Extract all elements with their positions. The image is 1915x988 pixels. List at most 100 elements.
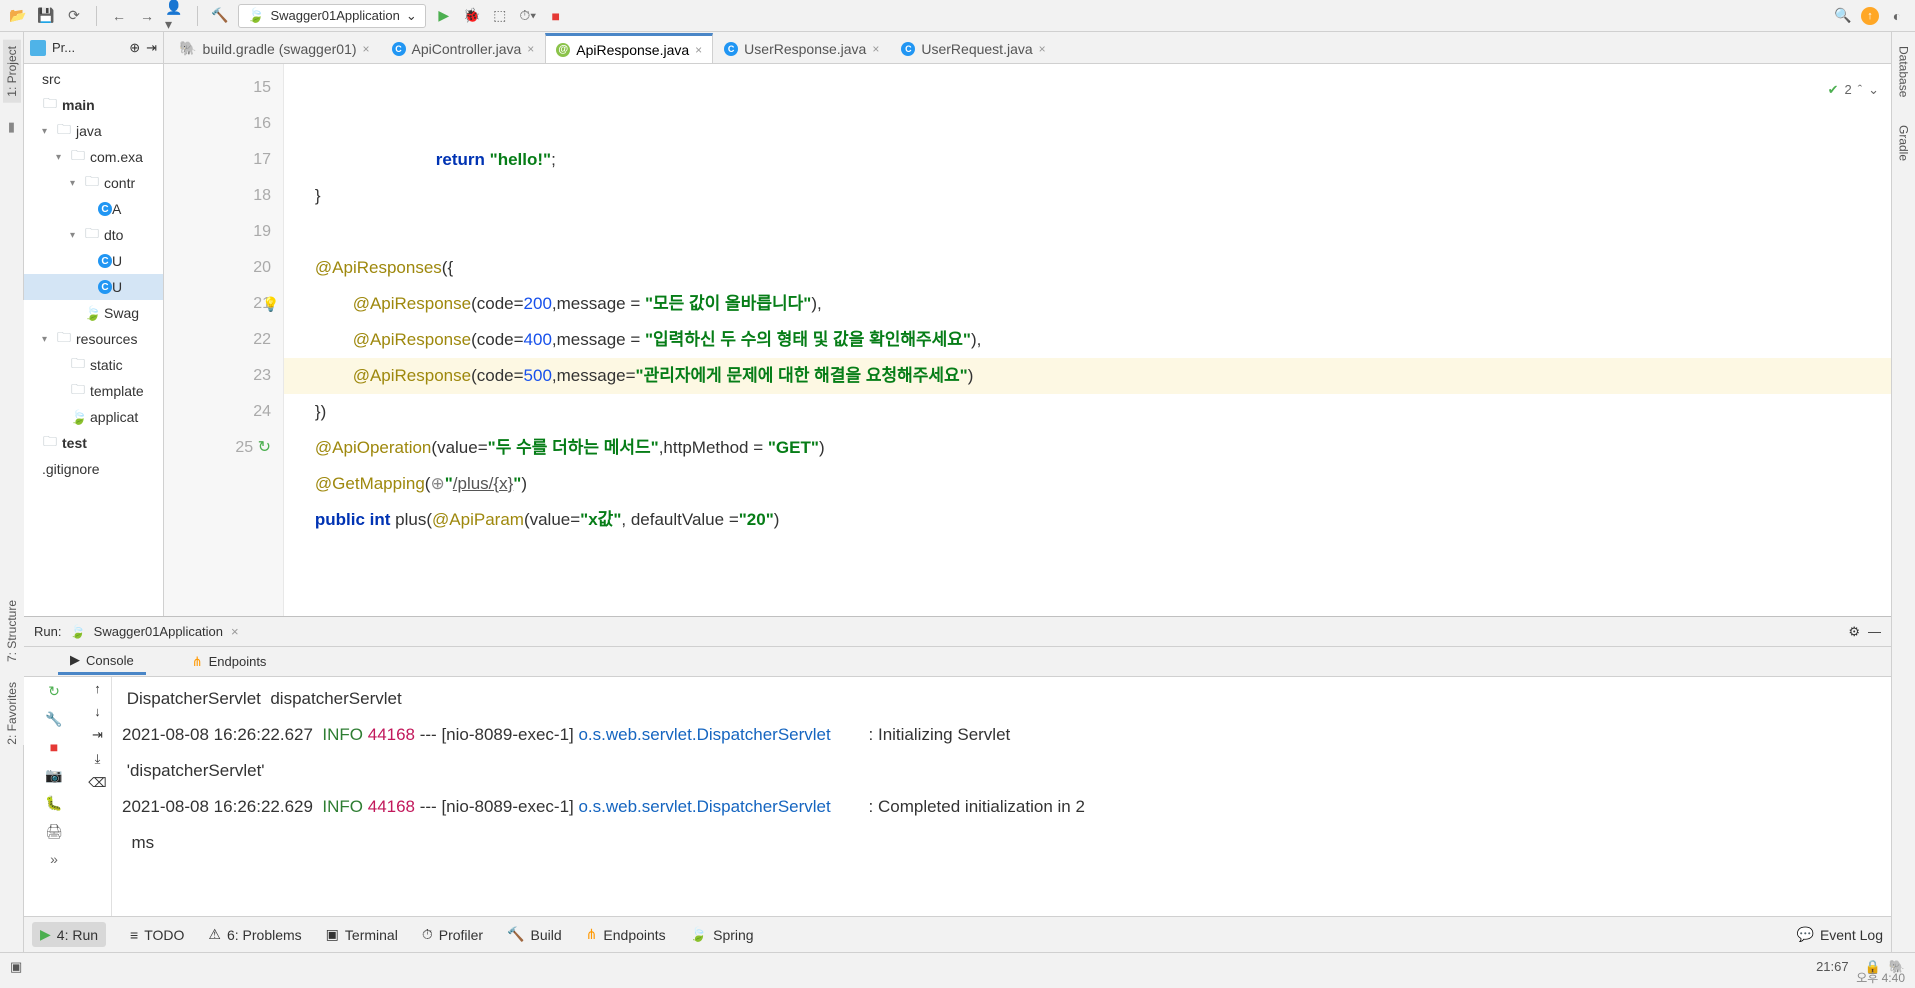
chevron-up-icon[interactable]: ˆ [1858,72,1862,108]
tab-run[interactable]: ▶4: Run [32,922,106,947]
code-line[interactable]: @ApiOperation(value="두 수를 더하는 메서드",httpM… [296,438,825,457]
tab-terminal[interactable]: ▣Terminal [326,926,398,943]
tab-profiler[interactable]: ⏱Profiler [422,926,483,943]
debug-icon[interactable]: 🐞 [462,6,482,26]
tree-node[interactable]: .gitignore [24,456,163,482]
wrench-icon[interactable]: 🔧 [44,709,64,729]
more-icon[interactable]: » [44,849,64,869]
stop-icon[interactable]: ■ [44,737,64,757]
bug-icon[interactable]: 🐛 [44,793,64,813]
expand-arrow-icon[interactable]: ▾ [70,230,84,241]
tab-console[interactable]: ▶ Console [58,648,146,675]
refresh-icon[interactable]: ⟳ [64,6,84,26]
tab-database[interactable]: Database [1895,40,1913,103]
tab-build[interactable]: 🔨Build [507,926,562,943]
close-icon[interactable]: × [872,42,879,56]
tab-structure[interactable]: 7: Structure [5,600,19,662]
tree-node[interactable]: 🗀template [24,378,163,404]
code-line[interactable]: @GetMapping(⊕"/plus/{x}") [296,474,527,493]
project-tree[interactable]: src🗀main▾🗀java▾🗀com.exa▾🗀contrC A▾🗀dtoC … [24,64,163,616]
close-icon[interactable]: × [527,42,534,56]
tree-node[interactable]: 🍃Swag [24,300,163,326]
tree-node[interactable]: ▾🗀com.exa [24,144,163,170]
scroll-icon[interactable]: ⤓ [95,751,101,767]
collapse-icon[interactable]: ⇥ [146,40,157,56]
windows-icon[interactable]: ▣ [10,959,22,975]
clear-icon[interactable]: ⌫ [88,775,106,791]
print-icon[interactable]: 🖨 [44,821,64,841]
tree-node[interactable]: 🗀static [24,352,163,378]
tree-node[interactable]: ▾🗀java [24,118,163,144]
tab-eventlog[interactable]: 💬Event Log [1797,926,1884,943]
close-icon[interactable]: × [1039,42,1046,56]
wrap-icon[interactable]: ⇥ [92,727,103,743]
tab-gradle[interactable]: Gradle [1895,119,1913,167]
tree-node[interactable]: ▾🗀contr [24,170,163,196]
open-icon[interactable]: 📂 [8,6,28,26]
tree-node[interactable]: src [24,66,163,92]
close-icon[interactable]: × [695,43,702,57]
run-config-dropdown[interactable]: 🍃 Swagger01Application ⌄ [238,4,426,28]
tree-node[interactable]: 🗀main [24,92,163,118]
code-line[interactable]: } [296,186,321,205]
console-output[interactable]: DispatcherServlet dispatcherServlet2021-… [112,677,1891,916]
update-icon[interactable]: ↑ [1861,7,1879,25]
bookmark-icon[interactable]: ▮ [8,119,15,135]
code-inspection-status[interactable]: ✔ 2 ˆ ⌄ [1828,72,1879,108]
tab-endpoints[interactable]: ⋔ Endpoints [180,650,279,674]
user-icon[interactable]: 👤▾ [165,6,185,26]
gutter-run-icon[interactable]: ↻ [258,439,271,456]
editor-tab[interactable]: CUserResponse.java× [713,33,890,63]
gear-icon[interactable]: ⚙ [1848,624,1860,640]
coverage-icon[interactable]: ⬚ [490,6,510,26]
code-line[interactable]: @ApiResponse(code=200,message = "모든 값이 올… [296,294,822,313]
tab-todo[interactable]: ≡TODO [130,927,184,943]
tree-node[interactable]: ▾🗀dto [24,222,163,248]
tab-problems[interactable]: ⚠6: Problems [208,926,301,943]
tree-node[interactable]: ▾🗀resources [24,326,163,352]
intention-bulb-icon[interactable]: 💡 [262,286,279,322]
up-icon[interactable]: ↑ [94,681,101,696]
tree-node[interactable]: C U [24,248,163,274]
tab-spring[interactable]: 🍃Spring [690,926,754,943]
editor-tab[interactable]: CApiController.java× [381,33,546,63]
expand-arrow-icon[interactable]: ▾ [70,178,84,189]
profile-icon[interactable]: ⏱▾ [518,6,538,26]
code-area[interactable]: ✔ 2 ˆ ⌄ return "hello!"; } @ApiResponses… [284,64,1891,616]
hammer-icon[interactable]: 🔨 [210,6,230,26]
stop-icon[interactable]: ■ [546,6,566,26]
tree-node[interactable]: C U [24,274,163,300]
close-icon[interactable]: × [363,42,370,56]
tab-favorites[interactable]: 2: Favorites [5,682,19,745]
code-line[interactable]: @ApiResponse(code=500,message="관리자에게 문제에… [284,358,1891,394]
tab-endpoints-bottom[interactable]: ⋔Endpoints [586,926,666,943]
expand-arrow-icon[interactable]: ▾ [56,152,70,163]
editor-tab[interactable]: @ApiResponse.java× [545,33,713,63]
expand-arrow-icon[interactable]: ▾ [42,334,56,345]
minimize-icon[interactable]: — [1868,624,1881,639]
tree-node[interactable]: 🍃applicat [24,404,163,430]
forward-icon[interactable]: → [137,6,157,26]
down-icon[interactable]: ↓ [94,704,101,719]
editor-tab[interactable]: 🐘build.gradle (swagger01)× [168,33,381,63]
target-icon[interactable]: ⊕ [129,40,140,56]
tree-node[interactable]: 🗀test [24,430,163,456]
code-line[interactable]: @ApiResponses({ [296,258,453,277]
close-icon[interactable]: × [231,624,239,639]
code-line[interactable]: @ApiResponse(code=400,message = "입력하신 두 … [296,330,981,349]
code-line[interactable]: return "hello!"; [398,150,556,169]
tab-project[interactable]: 1: Project [3,40,21,103]
chevron-down-icon[interactable]: ⌄ [1868,72,1879,108]
rerun-icon[interactable]: ↻ [44,681,64,701]
code-line[interactable]: public int plus(@ApiParam(value="x값", de… [296,510,779,529]
save-icon[interactable]: 💾 [36,6,56,26]
camera-icon[interactable]: 📷 [44,765,64,785]
back-icon[interactable]: ← [109,6,129,26]
expand-arrow-icon[interactable]: ▾ [42,126,56,137]
run-icon[interactable]: ▶ [434,6,454,26]
search-icon[interactable]: 🔍 [1833,6,1853,26]
tree-node[interactable]: C A [24,196,163,222]
code-line[interactable]: }) [296,402,326,421]
jetbrains-icon[interactable]: ◐ [1887,6,1907,26]
editor-tab[interactable]: CUserRequest.java× [890,33,1056,63]
